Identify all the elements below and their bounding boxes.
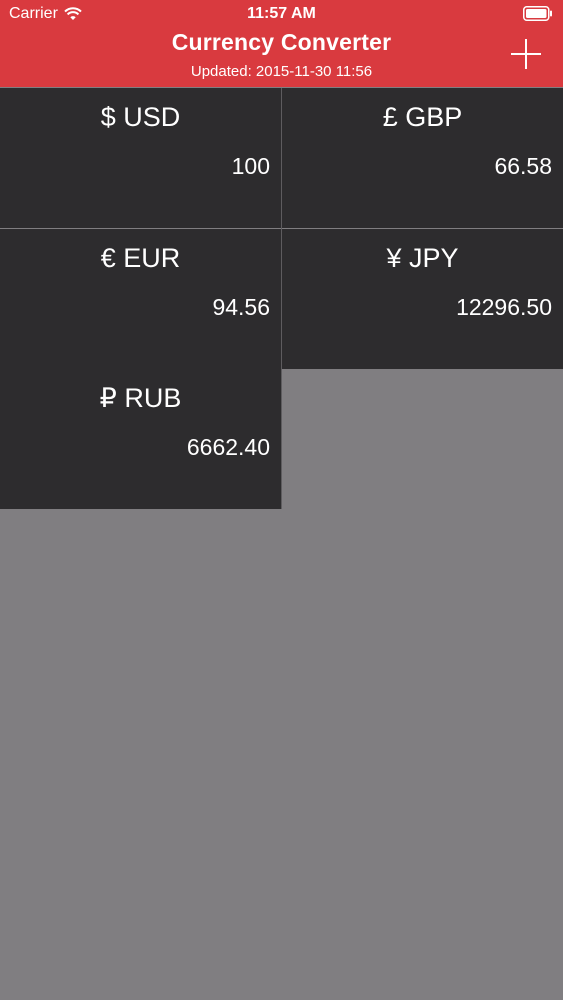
currency-label: £ GBP <box>382 102 463 132</box>
updated-timestamp: Updated: 2015-11-30 11:56 <box>190 63 373 80</box>
status-time: 11:57 AM <box>247 5 316 22</box>
status-bar: Carrier 11:57 AM <box>0 0 563 30</box>
tile-divider <box>281 88 282 509</box>
currency-label: $ USD <box>100 102 181 132</box>
currency-tile-jpy[interactable]: ¥ JPY 12296.50 <box>282 229 563 369</box>
currency-tile-eur[interactable]: € EUR 94.56 <box>0 229 281 369</box>
currency-tile-usd[interactable]: $ USD 100 <box>0 88 281 228</box>
currency-tile-gbp[interactable]: £ GBP 66.58 <box>282 88 563 228</box>
currency-value: 6662.40 <box>186 434 270 460</box>
currency-value: 66.58 <box>494 153 552 179</box>
currency-value: 100 <box>231 153 270 179</box>
header: Carrier 11:57 AM Currency Converter Upda… <box>0 0 563 87</box>
currency-value: 12296.50 <box>456 294 552 320</box>
currency-tile-rub[interactable]: ₽ RUB 6662.40 <box>0 369 281 509</box>
add-currency-button[interactable] <box>511 39 541 69</box>
currency-value: 94.56 <box>212 294 270 320</box>
currency-label: ¥ JPY <box>386 243 459 273</box>
currency-converter-screen: Carrier 11:57 AM Currency Converter Upda… <box>0 0 563 1000</box>
currency-label: € EUR <box>100 243 181 273</box>
battery-icon <box>523 6 553 21</box>
currency-label: ₽ RUB <box>99 383 182 413</box>
page-title: Currency Converter <box>171 29 392 55</box>
